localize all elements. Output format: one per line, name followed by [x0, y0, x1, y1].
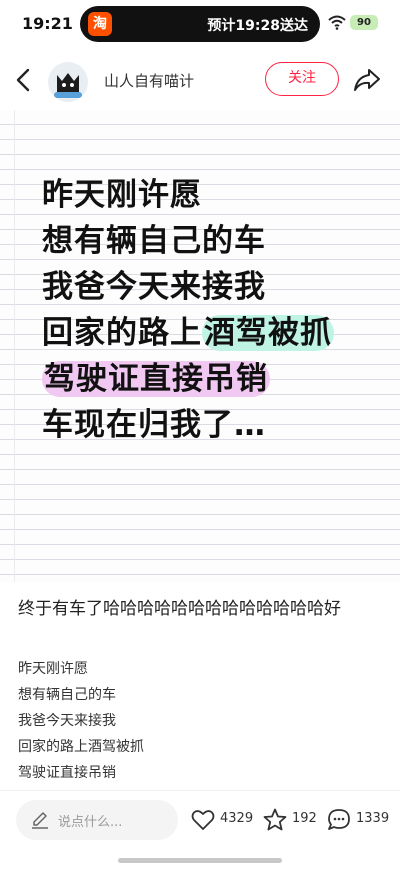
- star-icon: [263, 808, 287, 831]
- battery-indicator: 90: [350, 15, 378, 30]
- pen-icon: [32, 812, 48, 829]
- note-title: 终于有车了哈哈哈哈哈哈哈哈哈哈哈哈哈好: [18, 599, 341, 619]
- follow-button[interactable]: 关注: [265, 62, 339, 96]
- image-text-plain: 昨天刚许愿: [42, 177, 202, 213]
- body-line: 回家的路上酒驾被抓: [18, 739, 144, 755]
- favorite-count: 192: [292, 811, 317, 826]
- body-line: 我爸今天来接我: [18, 713, 116, 729]
- comment-count: 1339: [356, 811, 390, 826]
- comment-icon: [328, 809, 350, 830]
- image-text-line: 昨天刚许愿: [42, 172, 334, 218]
- image-text-highlight: 酒驾被抓: [202, 315, 334, 351]
- status-bar: 19:21 淘 预计19:28送达 90: [0, 0, 400, 48]
- image-text-line: 回家的路上酒驾被抓: [42, 310, 334, 356]
- body-line: 想有辆自己的车: [18, 687, 116, 703]
- image-text-plain: 回家的路上: [42, 315, 202, 351]
- like-count: 4329: [220, 811, 254, 826]
- back-icon[interactable]: [12, 66, 36, 94]
- image-text-plain: 想有辆自己的车: [42, 223, 266, 259]
- paper-margin-line: [14, 110, 15, 582]
- image-text-line: 我爸今天来接我: [42, 264, 334, 310]
- cat-avatar-icon: [54, 73, 82, 98]
- dynamic-island-notification[interactable]: 淘 预计19:28送达: [80, 6, 320, 42]
- image-text-highlight: 驾驶证直接吊销: [42, 361, 270, 397]
- note-image-text: 昨天刚许愿 想有辆自己的车 我爸今天来接我 回家的路上酒驾被抓 驾驶证直接吊销 …: [42, 172, 334, 448]
- image-text-plain: 车现在归我了…: [42, 407, 266, 443]
- taobao-app-icon: 淘: [88, 12, 112, 36]
- home-indicator[interactable]: [118, 858, 282, 863]
- body-line: 驾驶证直接吊销: [18, 765, 116, 781]
- heart-icon: [191, 810, 215, 830]
- comment-input[interactable]: 说点什么...: [16, 800, 178, 840]
- avatar[interactable]: [48, 62, 88, 102]
- image-text-plain: 我爸今天来接我: [42, 269, 266, 305]
- bottom-action-bar: 说点什么... 4329 192 1339: [0, 790, 400, 850]
- wifi-icon: [328, 15, 346, 30]
- image-text-line: 车现在归我了…: [42, 402, 334, 448]
- note-header: 山人自有喵计 关注: [0, 52, 400, 108]
- share-icon[interactable]: [352, 66, 382, 94]
- author-name[interactable]: 山人自有喵计: [104, 70, 194, 91]
- body-line: 昨天刚许愿: [18, 661, 88, 677]
- image-text-line: 驾驶证直接吊销: [42, 356, 334, 402]
- comment-placeholder: 说点什么...: [58, 815, 123, 830]
- note-body: 昨天刚许愿 想有辆自己的车 我爸今天来接我 回家的路上酒驾被抓 驾驶证直接吊销: [18, 656, 384, 786]
- status-time: 19:21: [22, 14, 73, 33]
- note-image[interactable]: 昨天刚许愿 想有辆自己的车 我爸今天来接我 回家的路上酒驾被抓 驾驶证直接吊销 …: [0, 110, 400, 582]
- image-text-line: 想有辆自己的车: [42, 218, 334, 264]
- delivery-text: 预计19:28送达: [207, 18, 308, 34]
